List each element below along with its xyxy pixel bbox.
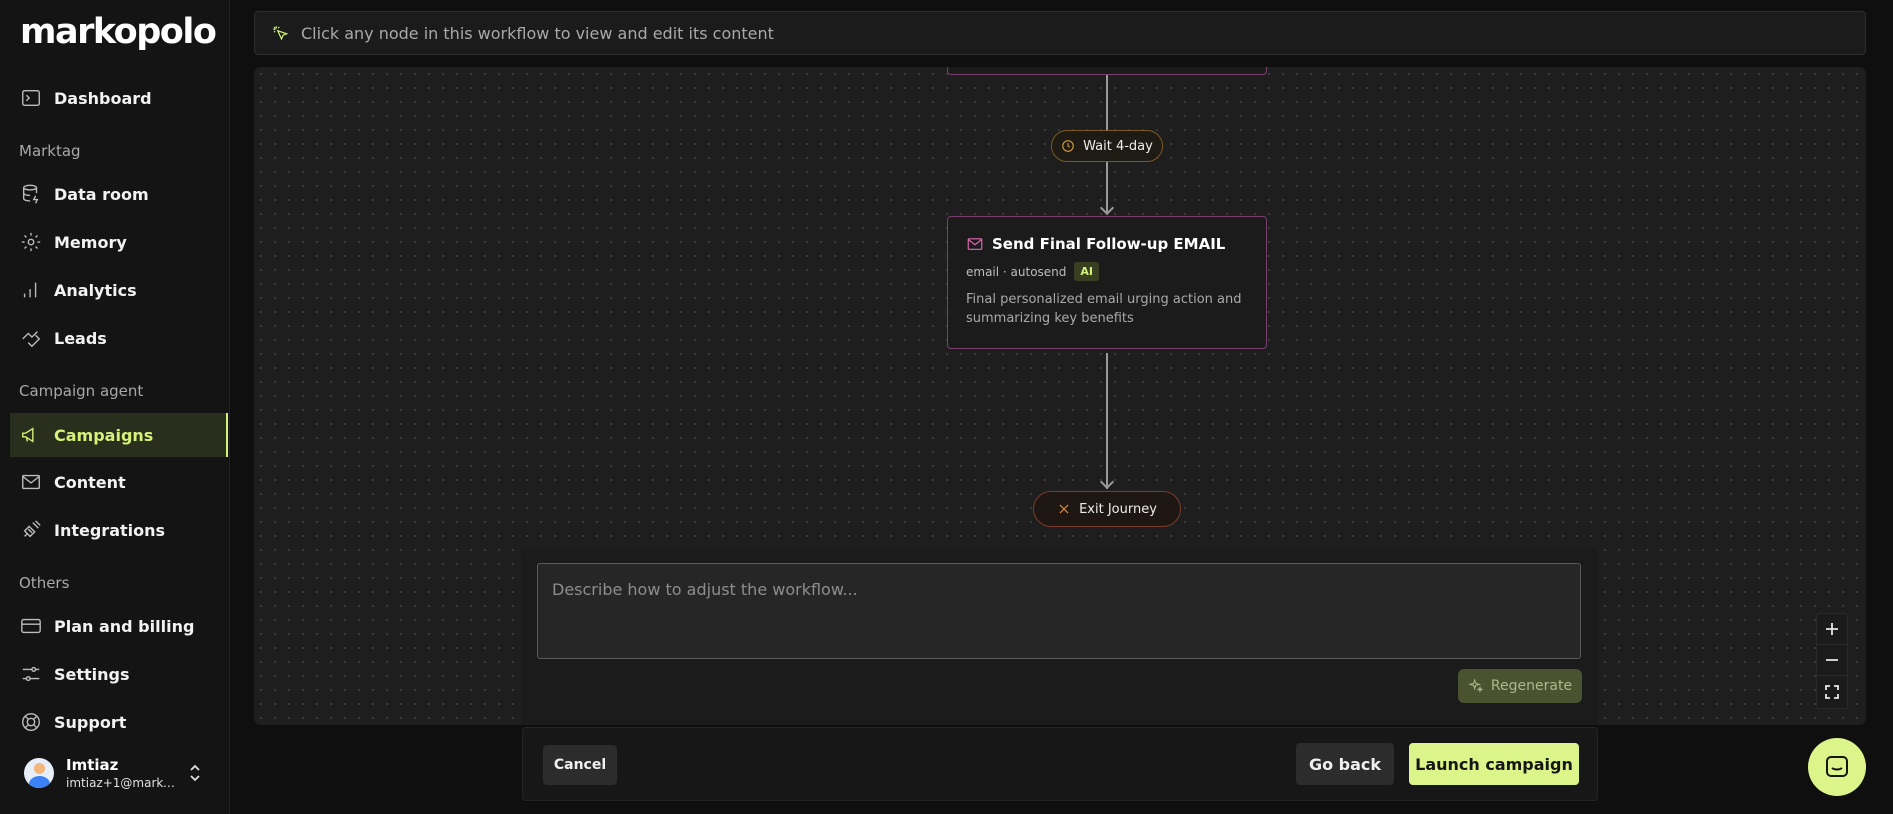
sidebar-item-label: Analytics — [54, 280, 137, 300]
terminal-icon — [20, 87, 42, 109]
sidebar-item-label: Content — [54, 472, 126, 492]
mail-icon — [20, 471, 42, 493]
sidebar-item-label: Memory — [54, 232, 127, 252]
wait-label: Wait 4-day — [1083, 138, 1153, 154]
sparkles-icon — [1468, 678, 1484, 693]
footer-actions: Cancel Go back Launch campaign — [522, 727, 1598, 801]
ai-badge: AI — [1074, 262, 1100, 281]
sidebar-item-label: Plan and billing — [54, 616, 195, 636]
email-node-description: Final personalized email urging action a… — [966, 292, 1242, 326]
regenerate-label: Regenerate — [1490, 678, 1573, 694]
minus-icon — [1826, 659, 1838, 661]
exit-label: Exit Journey — [1079, 501, 1157, 517]
mail-icon — [967, 238, 983, 250]
edge — [1106, 353, 1108, 489]
sidebar-item-leads[interactable]: Leads — [10, 316, 228, 360]
user-email: imtiaz+1@markopolo.ai — [66, 776, 178, 790]
section-label-marktag: Marktag — [19, 142, 81, 160]
sidebar-item-support[interactable]: Support — [10, 700, 228, 744]
cancel-button[interactable]: Cancel — [543, 745, 617, 785]
chevron-updown-icon — [188, 763, 202, 783]
sidebar-item-settings[interactable]: Settings — [10, 652, 228, 696]
sidebar-item-label: Campaigns — [54, 425, 154, 445]
go-back-button[interactable]: Go back — [1296, 743, 1394, 785]
sidebar-item-label: Dashboard — [54, 88, 152, 108]
section-label-campaign-agent: Campaign agent — [19, 382, 144, 400]
bar-chart-icon — [20, 279, 42, 301]
user-name: Imtiaz — [66, 756, 119, 774]
previous-node[interactable] — [947, 67, 1267, 75]
plus-icon — [1826, 623, 1838, 635]
sidebar-item-plan-and-billing[interactable]: Plan and billing — [10, 604, 228, 648]
sidebar-item-label: Support — [54, 712, 127, 732]
close-icon — [1059, 504, 1069, 514]
sidebar-item-integrations[interactable]: Integrations — [10, 508, 228, 552]
hint-bar: Click any node in this workflow to view … — [254, 11, 1866, 55]
email-node-meta: email · autosend — [966, 264, 1067, 279]
megaphone-icon — [20, 424, 42, 446]
zoom-controls — [1816, 613, 1848, 709]
email-node[interactable]: Send Final Follow-up EMAIL email · autos… — [947, 216, 1267, 349]
launch-campaign-button[interactable]: Launch campaign — [1409, 743, 1579, 785]
brain-gear-icon — [20, 231, 42, 253]
regenerate-button[interactable]: Regenerate — [1458, 669, 1582, 703]
sliders-icon — [20, 663, 42, 685]
lifebuoy-icon — [20, 711, 42, 733]
credit-card-icon — [20, 615, 42, 637]
plug-icon — [20, 519, 42, 541]
click-pointer-icon — [273, 26, 289, 41]
chat-icon — [1826, 756, 1848, 777]
hint-text: Click any node in this workflow to view … — [301, 23, 774, 43]
sidebar-item-dashboard[interactable]: Dashboard — [10, 76, 228, 120]
edge — [1106, 75, 1108, 130]
sidebar: markopolo Dashboard Marktag Data room Me… — [0, 0, 230, 814]
adjust-workflow-input[interactable] — [537, 563, 1581, 659]
logo[interactable]: markopolo — [20, 12, 217, 52]
sidebar-item-memory[interactable]: Memory — [10, 220, 228, 264]
sidebar-item-label: Data room — [54, 184, 149, 204]
wait-node[interactable]: Wait 4-day — [1051, 130, 1163, 162]
sidebar-item-analytics[interactable]: Analytics — [10, 268, 228, 312]
sidebar-item-label: Leads — [54, 328, 107, 348]
zoom-in-button[interactable] — [1817, 614, 1847, 645]
database-icon — [20, 183, 42, 205]
sidebar-item-data-room[interactable]: Data room — [10, 172, 228, 216]
section-label-others: Others — [19, 574, 70, 592]
exit-node[interactable]: Exit Journey — [1033, 491, 1181, 527]
sidebar-item-label: Settings — [54, 664, 130, 684]
clock-icon — [1062, 140, 1074, 152]
fit-view-button[interactable] — [1817, 676, 1847, 707]
adjust-workflow-panel: Regenerate — [521, 548, 1597, 725]
arrow-head — [1099, 474, 1115, 490]
sidebar-item-content[interactable]: Content — [10, 460, 228, 504]
sidebar-item-campaigns[interactable]: Campaigns — [10, 413, 228, 457]
handshake-icon — [20, 327, 42, 349]
email-node-title: Send Final Follow-up EMAIL — [992, 235, 1226, 253]
user-menu[interactable]: Imtiaz imtiaz+1@markopolo.ai — [24, 752, 214, 794]
sidebar-item-label: Integrations — [54, 520, 166, 540]
workflow-canvas[interactable]: Wait 4-day Send Final Follow-up EMAIL em… — [254, 67, 1866, 725]
chat-support-button[interactable] — [1808, 738, 1866, 796]
zoom-out-button[interactable] — [1817, 645, 1847, 676]
arrow-head — [1099, 200, 1115, 216]
avatar — [24, 758, 54, 788]
fullscreen-icon — [1825, 684, 1839, 699]
